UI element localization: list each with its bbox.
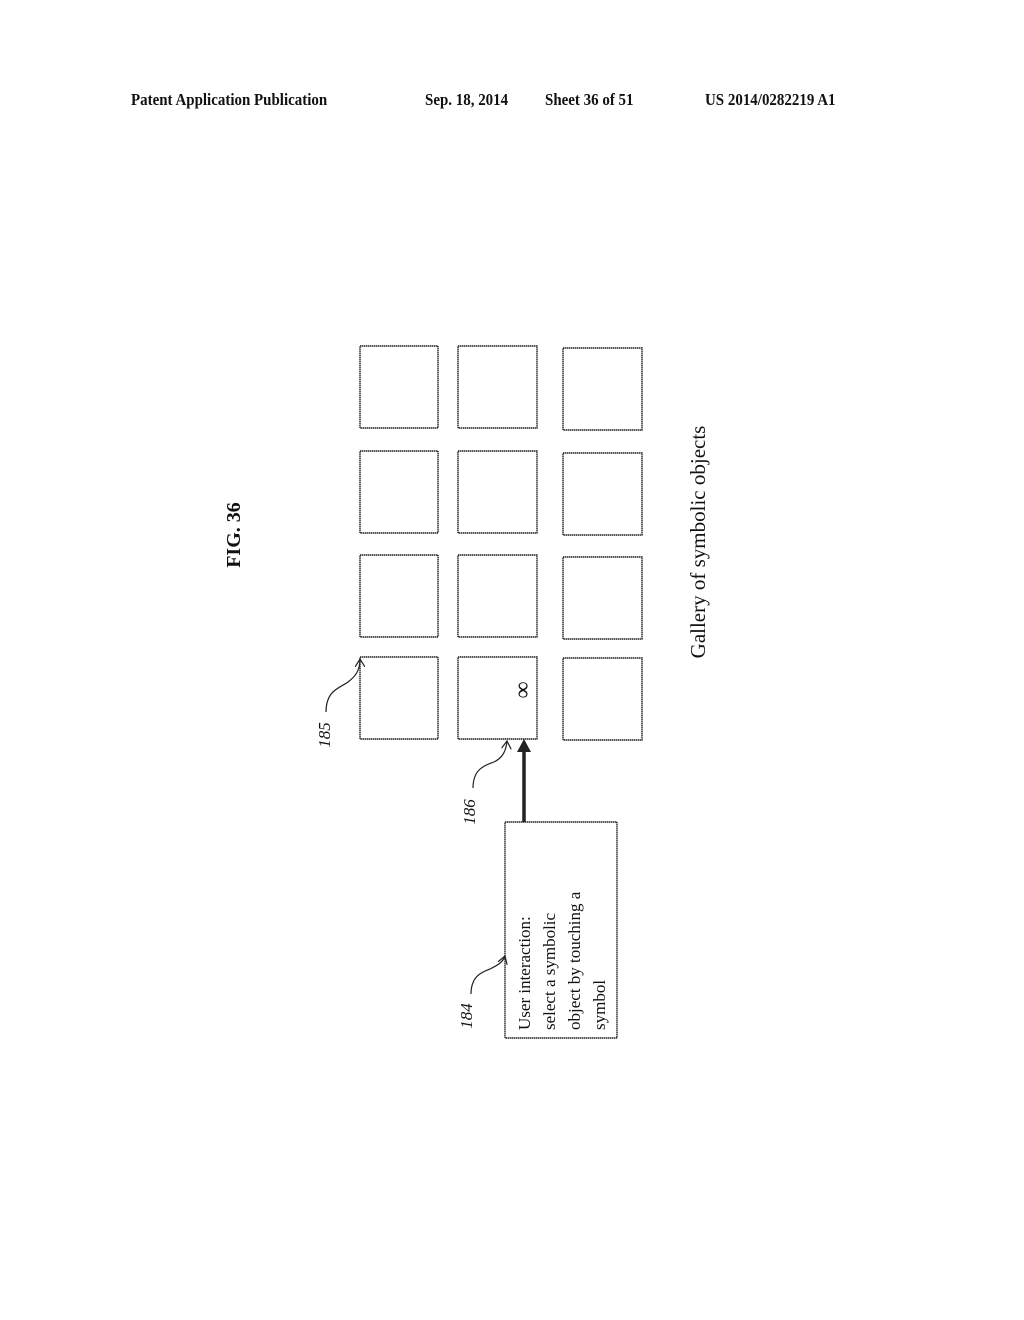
reference-label-185: 185: [315, 722, 334, 748]
gallery-tile: [562, 657, 643, 741]
reference-label-184: 184: [457, 1003, 476, 1029]
leader-arrow-184: [470, 956, 505, 995]
gallery-tile: [359, 345, 439, 429]
gallery-tile: [457, 345, 538, 429]
gallery-tile: [562, 347, 643, 431]
figure-drawing: FIG. 36 ∞ 185 186 User interaction: sele…: [223, 345, 710, 1039]
interaction-line-3: object by touching a: [565, 891, 584, 1030]
gallery-tile-185: [359, 656, 439, 740]
figure-title: FIG. 36: [223, 502, 245, 568]
gallery-tile: [359, 450, 439, 534]
interaction-line-4: symbol: [590, 980, 609, 1030]
infinity-symbol-icon: ∞: [510, 681, 536, 698]
figure-caption: Gallery of symbolic objects: [686, 426, 710, 659]
selection-arrowhead-icon: [517, 739, 531, 752]
interaction-line-1: User interaction:: [515, 916, 534, 1030]
gallery-tile: [562, 452, 643, 536]
interaction-line-2: select a symbolic: [540, 912, 559, 1030]
reference-label-186: 186: [460, 799, 479, 825]
leader-arrow-185: [325, 659, 360, 713]
gallery-tile: [562, 556, 643, 640]
gallery-tile: [457, 450, 538, 534]
gallery-tile: [359, 554, 439, 638]
gallery-tile: [457, 554, 538, 638]
leader-arrow-186: [472, 741, 507, 789]
